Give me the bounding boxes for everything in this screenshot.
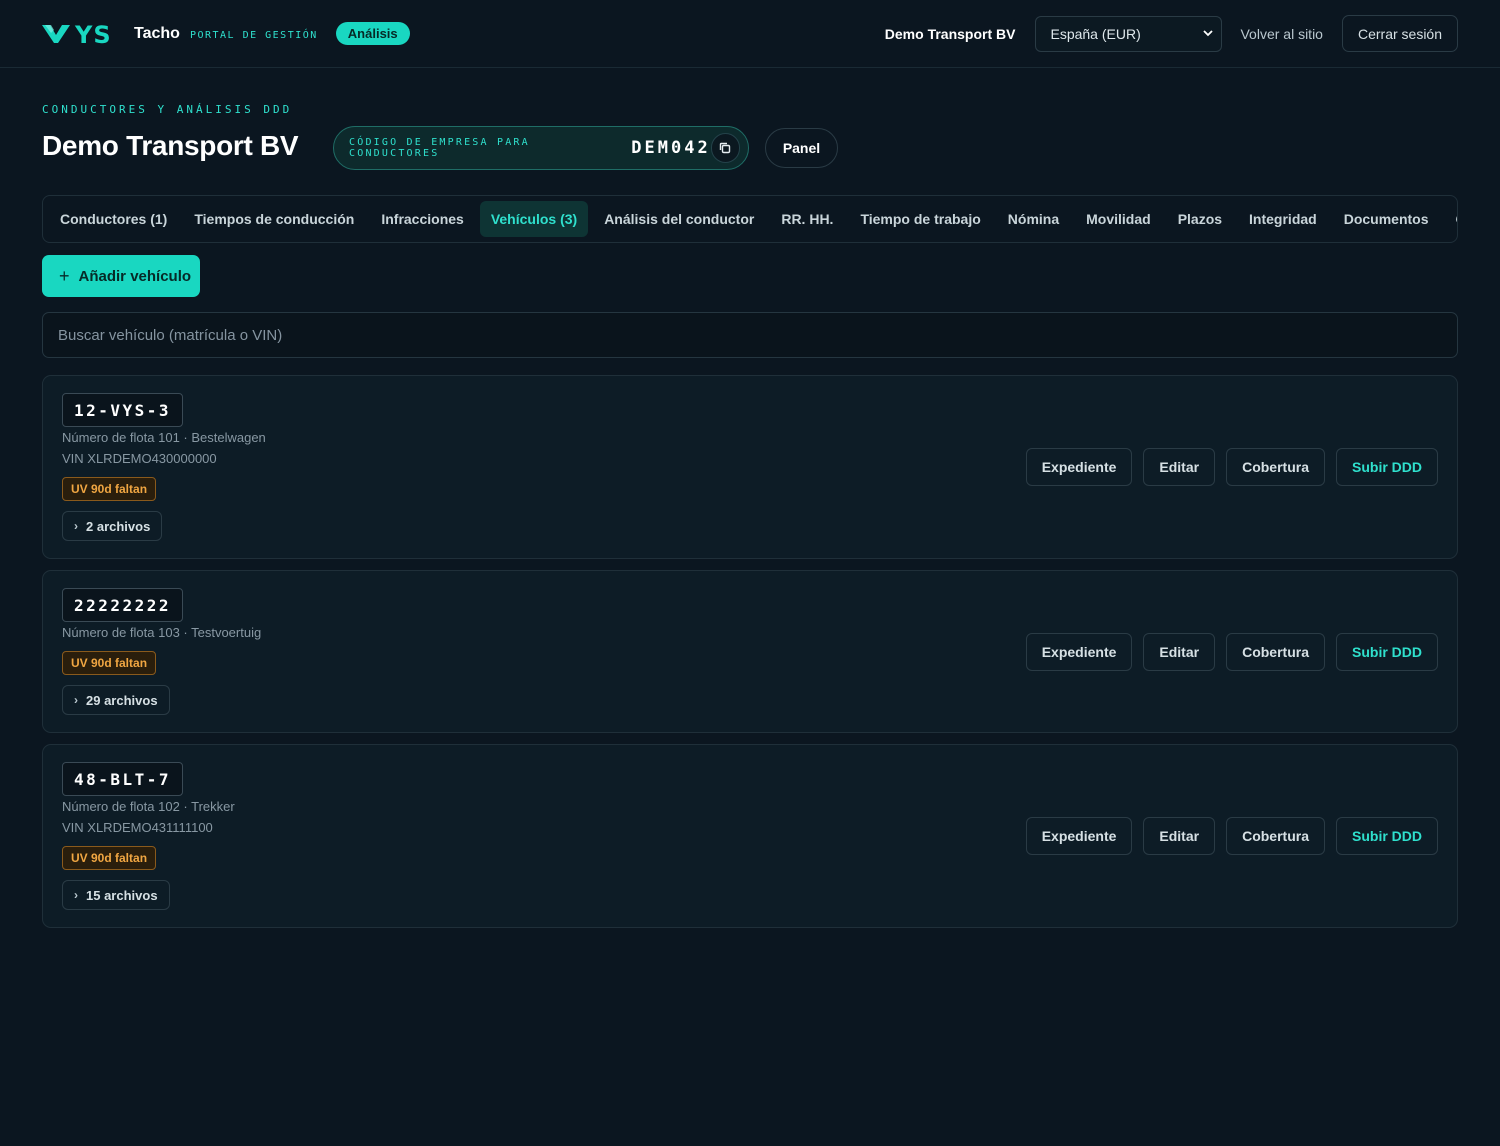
files-toggle[interactable]: › 2 archivos [62,511,163,541]
status-badge: UV 90d faltan [62,651,157,675]
record-button[interactable]: Expediente [1025,817,1133,855]
vehicle-fleet-info: Número de flota 103 · Testvoertuig [62,625,262,640]
vehicle-plate: 22222222 [62,588,184,622]
current-company: Demo Transport BV [884,25,1016,42]
upload-ddd-button[interactable]: Subir DDD [1336,633,1438,671]
vys-logo-icon: YS [42,21,112,47]
svg-text:YS: YS [74,21,112,47]
upload-ddd-button[interactable]: Subir DDD [1336,448,1438,486]
country-select[interactable]: España (EUR) [1035,15,1223,52]
add-vehicle-label: Añadir vehículo [78,267,192,285]
company-code-box: CÓDIGO DE EMPRESA PARA CONDUCTORES DEM04… [333,126,749,170]
edit-button[interactable]: Editar [1143,448,1216,486]
copy-code-button[interactable] [710,133,740,163]
files-toggle[interactable]: › 15 archivos [62,880,170,910]
vehicle-card: 48-BLT-7 Número de flota 102 · Trekker V… [42,744,1458,928]
coverage-button[interactable]: Cobertura [1226,448,1325,486]
coverage-button[interactable]: Cobertura [1226,817,1325,855]
plus-icon: + [59,265,70,286]
tab-conductores[interactable]: Conductores (1) [49,201,178,237]
status-badge: UV 90d faltan [62,477,157,501]
brand-logo[interactable]: YS Tacho PORTAL DE GESTIÓN Análisis [42,21,410,47]
tab-vehiculos[interactable]: Vehículos (3) [479,201,589,237]
vehicle-actions: Expediente Editar Cobertura Subir DDD [1025,448,1438,486]
brand-name: Tacho [134,24,180,42]
tab-documentos[interactable]: Documentos [1333,201,1440,237]
logout-button[interactable]: Cerrar sesión [1341,15,1458,52]
tab-infracciones[interactable]: Infracciones [370,201,474,237]
vehicle-plate: 12-VYS-3 [62,393,184,427]
chevron-right-icon: › [74,888,78,902]
vehicle-search-input[interactable] [42,312,1458,358]
chevron-right-icon: › [74,519,78,533]
tab-plazos[interactable]: Plazos [1167,201,1233,237]
tab-tiempos-conduccion[interactable]: Tiempos de conducción [183,201,365,237]
company-code-value: DEM042 [631,138,711,158]
chevron-right-icon: › [74,693,78,707]
back-to-site-link[interactable]: Volver al sitio [1240,26,1322,42]
vehicle-fleet-info: Número de flota 102 · Trekker [62,799,235,814]
tab-rrhh[interactable]: RR. HH. [770,201,844,237]
upload-ddd-button[interactable]: Subir DDD [1336,817,1438,855]
vehicle-card: 22222222 Número de flota 103 · Testvoert… [42,570,1458,733]
tab-integridad[interactable]: Integridad [1238,201,1328,237]
add-vehicle-button[interactable]: + Añadir vehículo [42,255,200,297]
tab-tiempo-trabajo[interactable]: Tiempo de trabajo [849,201,991,237]
top-bar: YS Tacho PORTAL DE GESTIÓN Análisis Demo… [0,0,1500,68]
vehicle-actions: Expediente Editar Cobertura Subir DDD [1025,817,1438,855]
vehicle-vin: VIN XLRDEMO430000000 [62,451,217,466]
chevron-down-icon [1203,28,1214,40]
brand-subtitle: PORTAL DE GESTIÓN [189,29,318,41]
record-button[interactable]: Expediente [1025,633,1133,671]
files-count: 15 archivos [86,887,158,903]
copy-icon [720,142,731,154]
files-toggle[interactable]: › 29 archivos [62,685,170,715]
vehicle-plate: 48-BLT-7 [62,762,184,796]
files-count: 2 archivos [86,518,151,534]
country-select-value: España (EUR) [1050,25,1141,42]
edit-button[interactable]: Editar [1143,817,1216,855]
tab-analisis-conductor[interactable]: Análisis del conductor [593,201,765,237]
tab-movilidad[interactable]: Movilidad [1075,201,1162,237]
page-title: Demo Transport BV [42,130,299,161]
files-count: 29 archivos [86,692,158,708]
vehicle-actions: Expediente Editar Cobertura Subir DDD [1025,633,1438,671]
company-code-label: CÓDIGO DE EMPRESA PARA CONDUCTORES [349,137,530,159]
tab-organizacion[interactable]: Organización [1445,201,1457,237]
section-kicker: CONDUCTORES Y ANÁLISIS DDD [42,103,293,116]
vehicle-vin: VIN XLRDEMO431111100 [62,820,213,835]
tab-nomina[interactable]: Nómina [997,201,1070,237]
panel-button[interactable]: Panel [765,128,838,168]
record-button[interactable]: Expediente [1025,448,1133,486]
vehicle-card: 12-VYS-3 Número de flota 101 · Bestelwag… [42,375,1458,559]
status-badge: UV 90d faltan [62,846,157,870]
section-tabs: Conductores (1) Tiempos de conducción In… [42,195,1458,243]
vehicle-fleet-info: Número de flota 101 · Bestelwagen [62,430,266,445]
edit-button[interactable]: Editar [1143,633,1216,671]
coverage-button[interactable]: Cobertura [1226,633,1325,671]
mode-badge: Análisis [335,22,410,45]
